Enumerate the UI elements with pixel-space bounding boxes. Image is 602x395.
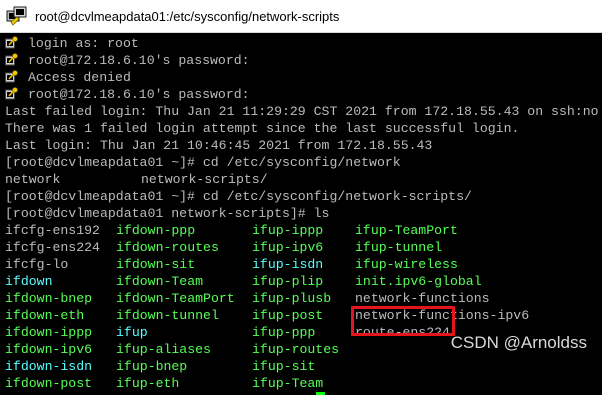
file-entry: ifcfg-lo — [5, 257, 69, 272]
file-entry: ifdown-tunnel — [116, 308, 219, 323]
window-title: root@dcvlmeapdata01:/etc/sysconfig/netwo… — [35, 8, 340, 24]
ls-command-text: [root@dcvlmeapdata01 network-scripts]# l… — [5, 206, 330, 221]
file-entry: ifup-plip — [252, 274, 324, 289]
file-entry: ifup-ipv6 — [252, 240, 324, 255]
file-entry: ifdown-bnep — [5, 291, 93, 306]
file-entry: ifdown-eth — [5, 308, 85, 323]
route-file-highlight-box — [351, 306, 455, 336]
watermark: CSDN @Arnoldss — [450, 333, 587, 352]
file-entry: ifup-ippp — [252, 223, 324, 238]
file-entry: ifup-isdn — [252, 257, 324, 272]
key-icon — [5, 36, 18, 49]
session-line: [root@dcvlmeapdata01 ~]# cd /etc/sysconf… — [5, 154, 401, 171]
cd-command-line: [root@dcvlmeapdata01 ~]# cd /etc/sysconf… — [5, 188, 472, 205]
file-entry: ifcfg-ens224 — [5, 240, 100, 255]
auth-line-text: login as: root — [28, 36, 139, 51]
file-entry: ifup-aliases — [116, 342, 211, 357]
file-entry: network-functions — [355, 291, 490, 306]
file-entry: ifup-tunnel — [355, 240, 443, 255]
window-titlebar[interactable]: root@dcvlmeapdata01:/etc/sysconfig/netwo… — [0, 0, 602, 33]
auth-line: Access denied — [5, 69, 131, 86]
file-entry: ifup-post — [252, 308, 324, 323]
file-entry: ifup-Team — [252, 376, 324, 391]
auth-line: login as: root — [5, 35, 139, 52]
file-entry: ifup-eth — [116, 376, 180, 391]
auth-line: root@172.18.6.10's password: — [5, 52, 250, 69]
file-entry: ifdown-ippp — [5, 325, 93, 340]
cd-command-text: [root@dcvlmeapdata01 ~]# cd /etc/sysconf… — [5, 189, 472, 204]
file-entry: ifdown-isdn — [5, 359, 93, 374]
session-line-text: Last login: Thu Jan 21 10:46:45 2021 fro… — [5, 138, 433, 153]
completion-item: network-scripts/ — [141, 172, 268, 187]
putty-terminal-icon — [6, 6, 27, 26]
file-entry: ifdown-routes — [116, 240, 219, 255]
key-icon — [5, 87, 18, 100]
file-entry: ifdown-post — [5, 376, 93, 391]
file-entry: ifdown — [5, 274, 53, 289]
auth-line-text: Access denied — [28, 70, 131, 85]
auth-line-text: root@172.18.6.10's password: — [28, 53, 250, 68]
session-line-text: [root@dcvlmeapdata01 ~]# cd /etc/sysconf… — [5, 155, 401, 170]
file-entry: init.ipv6-global — [355, 274, 482, 289]
file-entry: ifup-routes — [252, 342, 340, 357]
key-icon — [5, 70, 18, 83]
file-entry: ifup — [116, 325, 148, 340]
completion-item: network — [5, 172, 61, 187]
session-line-text: Last failed login: Thu Jan 21 11:29:29 C… — [5, 104, 599, 119]
file-entry: ifup-plusb — [252, 291, 332, 306]
file-entry: ifdown-Team — [116, 274, 204, 289]
file-entry: ifup-TeamPort — [355, 223, 458, 238]
file-entry: ifcfg-ens192 — [5, 223, 100, 238]
file-entry: ifup-ppp — [252, 325, 316, 340]
file-entry: ifup-wireless — [355, 257, 458, 272]
session-line-text: There was 1 failed login attempt since t… — [5, 121, 520, 136]
file-entry: ifup-sit — [252, 359, 316, 374]
key-icon — [5, 53, 18, 66]
session-line: Last login: Thu Jan 21 10:46:45 2021 fro… — [5, 137, 432, 154]
session-line: There was 1 failed login attempt since t… — [5, 120, 519, 137]
auth-line: root@172.18.6.10's password: — [5, 86, 250, 103]
file-entry: ifup-bnep — [116, 359, 188, 374]
ls-command-line: [root@dcvlmeapdata01 network-scripts]# l… — [5, 205, 329, 222]
auth-line-text: root@172.18.6.10's password: — [28, 87, 250, 102]
file-entry: ifdown-sit — [116, 257, 196, 272]
session-line: Last failed login: Thu Jan 21 11:29:29 C… — [5, 103, 599, 120]
file-entry: ifdown-ppp — [116, 223, 196, 238]
file-entry: ifdown-ipv6 — [5, 342, 93, 357]
file-entry: ifdown-TeamPort — [116, 291, 235, 306]
